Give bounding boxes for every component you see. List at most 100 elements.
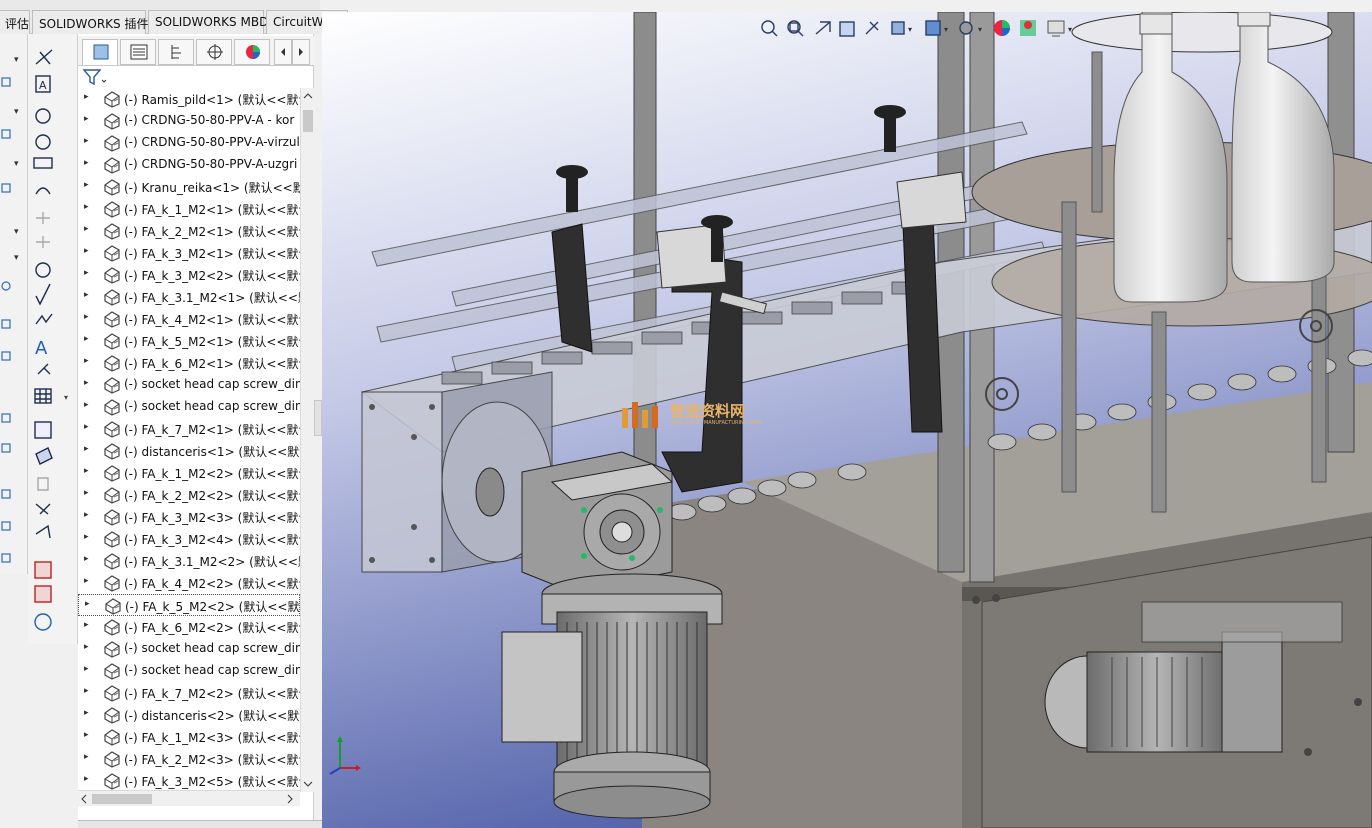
tab-solidworks-mbd[interactable]: SOLIDWORKS MBD	[148, 10, 268, 34]
tab-solidworks-addins[interactable]: SOLIDWORKS 插件	[32, 10, 148, 34]
expand-arrow-icon[interactable]: ▸	[84, 686, 92, 698]
tree-item[interactable]: ▸ (-) FA_k_1_M2<2> (默认<<默认	[78, 462, 300, 484]
tree-item-label: (-) CRDNG-50-80-PPV-A-uzgri	[124, 157, 298, 171]
expand-arrow-icon[interactable]: ▸	[84, 356, 92, 368]
expand-arrow-icon[interactable]: ▸	[84, 268, 92, 280]
panel-scroll-left[interactable]	[274, 39, 292, 65]
tree-item[interactable]: ▸ (-) FA_k_3_M2<5> (默认<<默认	[78, 770, 300, 792]
expand-arrow-icon[interactable]: ▸	[84, 444, 92, 456]
tree-item[interactable]: ▸ (-) socket head cap screw_din	[78, 396, 300, 418]
tree-item[interactable]: ▸ (-) CRDNG-50-80-PPV-A - kor	[78, 110, 300, 132]
expand-arrow-icon[interactable]: ▸	[85, 599, 93, 611]
part-icon	[104, 333, 120, 350]
expand-arrow-icon[interactable]: ▸	[84, 510, 92, 522]
expand-arrow-icon[interactable]: ▸	[84, 224, 92, 236]
expand-arrow-icon[interactable]: ▸	[84, 466, 92, 478]
tree-item-label: (-) FA_k_2_M2<3> (默认<<默认	[124, 753, 300, 767]
part-icon	[104, 575, 120, 592]
graphics-area[interactable]: ▾ ▾ ▾ ▾ 智造资料网 INTELLIGENT MANUFACTURING …	[322, 12, 1372, 828]
tree-item[interactable]: ▸ (-) FA_k_1_M2<1> (默认<<默认	[78, 198, 300, 220]
expand-arrow-icon[interactable]: ▸	[84, 290, 92, 302]
expand-arrow-icon[interactable]: ▸	[84, 92, 92, 104]
expand-arrow-icon[interactable]: ▸	[84, 642, 92, 654]
expand-arrow-icon[interactable]: ▸	[84, 334, 92, 346]
expand-arrow-icon[interactable]: ▸	[84, 554, 92, 566]
svg-text:▾: ▾	[14, 55, 19, 65]
tree-item[interactable]: ▸ (-) socket head cap screw_din	[78, 660, 300, 682]
tree-item[interactable]: ▸ (-) FA_k_5_M2<1> (默认<<默认	[78, 330, 300, 352]
tree-item[interactable]: ▸ (-) FA_k_2_M2<3> (默认<<默认	[78, 748, 300, 770]
tree-item-label: (-) FA_k_1_M2<1> (默认<<默认	[124, 203, 300, 217]
expand-arrow-icon[interactable]: ▸	[84, 708, 92, 720]
panel-scroll-right[interactable]	[292, 39, 310, 65]
tree-item[interactable]: ▸ (-) FA_k_7_M2<1> (默认<<默认	[78, 418, 300, 440]
tree-item[interactable]: ▸ (-) FA_k_2_M2<1> (默认<<默认	[78, 220, 300, 242]
tree-horizontal-scroll-thumb[interactable]	[92, 794, 152, 804]
tree-item[interactable]: ▸ (-) FA_k_5_M2<2> (默认<<默认	[78, 594, 300, 616]
property-manager-tab[interactable]	[120, 39, 156, 65]
expand-arrow-icon[interactable]: ▸	[84, 312, 92, 324]
expand-arrow-icon[interactable]: ▸	[84, 774, 92, 786]
expand-arrow-icon[interactable]: ▸	[84, 488, 92, 500]
tree-item-label: (-) FA_k_3_M2<5> (默认<<默认	[124, 775, 300, 789]
tree-item[interactable]: ▸ (-) CRDNG-50-80-PPV-A-virzul	[78, 132, 300, 154]
tree-horizontal-scrollbar[interactable]	[78, 790, 300, 806]
expand-arrow-icon[interactable]: ▸	[84, 202, 92, 214]
configuration-manager-tab[interactable]	[158, 39, 194, 65]
expand-arrow-icon[interactable]: ▸	[84, 422, 92, 434]
svg-text:▾: ▾	[944, 25, 948, 34]
expand-arrow-icon[interactable]: ▸	[84, 180, 92, 192]
tree-item[interactable]: ▸ (-) FA_k_6_M2<1> (默认<<默认	[78, 352, 300, 374]
expand-arrow-icon[interactable]: ▸	[84, 576, 92, 588]
tree-item[interactable]: ▸ (-) Kranu_reika<1> (默认<<默	[78, 176, 300, 198]
tree-item[interactable]: ▸ (-) FA_k_3_M2<4> (默认<<默认	[78, 528, 300, 550]
panel-tabs	[78, 36, 314, 66]
tab-evaluate[interactable]: 评估	[0, 10, 30, 34]
tree-item-label: (-) FA_k_2_M2<2> (默认<<默认	[124, 489, 300, 503]
expand-arrow-icon[interactable]: ▸	[84, 136, 92, 148]
feature-manager-tab[interactable]	[82, 39, 118, 65]
tree-item[interactable]: ▸ (-) FA_k_7_M2<2> (默认<<默认	[78, 682, 300, 704]
tree-item[interactable]: ▸ (-) distanceris<2> (默认<<默认	[78, 704, 300, 726]
tree-vertical-scroll-thumb[interactable]	[303, 110, 313, 132]
tree-item[interactable]: ▸ (-) FA_k_3.1_M2<2> (默认<<默	[78, 550, 300, 572]
tree-item[interactable]: ▸ (-) FA_k_3_M2<3> (默认<<默认	[78, 506, 300, 528]
tree-item[interactable]: ▸ (-) FA_k_6_M2<2> (默认<<默认	[78, 616, 300, 638]
expand-arrow-icon[interactable]: ▸	[84, 158, 92, 170]
watermark-logo-icon	[622, 402, 658, 428]
tree-item[interactable]: ▸ (-) distanceris<1> (默认<<默认	[78, 440, 300, 462]
expand-arrow-icon[interactable]: ▸	[84, 246, 92, 258]
expand-arrow-icon[interactable]: ▸	[84, 664, 92, 676]
tree-item-label: (-) FA_k_1_M2<2> (默认<<默认	[124, 467, 300, 481]
tree-item[interactable]: ▸ (-) FA_k_4_M2<2> (默认<<默认	[78, 572, 300, 594]
dimxpert-tab[interactable]	[196, 39, 232, 65]
tree-item-label: (-) FA_k_7_M2<2> (默认<<默认	[124, 687, 300, 701]
expand-arrow-icon[interactable]: ▸	[84, 400, 92, 412]
tree-item[interactable]: ▸ (-) Ramis_pild<1> (默认<<默认	[78, 88, 300, 110]
panel-splitter[interactable]	[314, 400, 322, 436]
expand-arrow-icon[interactable]: ▸	[84, 620, 92, 632]
heads-up-view-toolbar[interactable]: ▾ ▾ ▾ ▾	[758, 16, 1108, 42]
expand-arrow-icon[interactable]: ▸	[84, 532, 92, 544]
tree-item[interactable]: ▸ (-) socket head cap screw_din	[78, 374, 300, 396]
tree-item[interactable]: ▸ (-) FA_k_4_M2<1> (默认<<默认	[78, 308, 300, 330]
tree-item-label: (-) FA_k_3.1_M2<1> (默认<<默	[124, 291, 300, 305]
tree-item[interactable]: ▸ (-) FA_k_3_M2<2> (默认<<默认	[78, 264, 300, 286]
expand-arrow-icon[interactable]: ▸	[84, 114, 92, 126]
tree-item[interactable]: ▸ (-) FA_k_2_M2<2> (默认<<默认	[78, 484, 300, 506]
tree-item[interactable]: ▸ (-) FA_k_3_M2<1> (默认<<默认	[78, 242, 300, 264]
expand-arrow-icon[interactable]: ▸	[84, 730, 92, 742]
expand-arrow-icon[interactable]: ▸	[84, 752, 92, 764]
tree-item[interactable]: ▸ (-) FA_k_1_M2<3> (默认<<默认	[78, 726, 300, 748]
display-manager-tab[interactable]	[234, 39, 270, 65]
tree-item[interactable]: ▸ (-) socket head cap screw_din	[78, 638, 300, 660]
tree-vertical-scrollbar[interactable]	[300, 88, 314, 792]
expand-arrow-icon[interactable]: ▸	[84, 378, 92, 390]
zoom-area-icon	[787, 20, 804, 37]
tree-item[interactable]: ▸ (-) CRDNG-50-80-PPV-A-uzgri	[78, 154, 300, 176]
part-icon	[104, 707, 120, 724]
tree-item[interactable]: ▸ (-) FA_k_3.1_M2<1> (默认<<默	[78, 286, 300, 308]
tree-filter-button[interactable]	[80, 66, 110, 90]
zoom-to-fit-icon	[761, 20, 778, 37]
bottom-tabs[interactable]	[78, 820, 338, 828]
